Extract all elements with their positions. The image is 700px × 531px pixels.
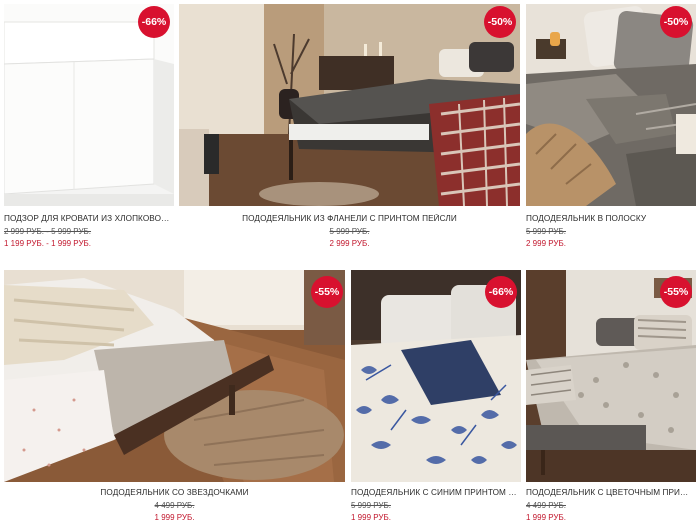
product-card[interactable]: -55% ПОДОДЕЯЛЬНИК С ЦВЕТОЧНЫМ ПРИНТОМ 4 … (526, 270, 696, 522)
product-card[interactable]: -50% ПОДОДЕЯЛЬНИК В ПОЛОСКУ 5 999 РУБ. 2… (526, 4, 696, 248)
product-title[interactable]: ПОДОДЕЯЛЬНИК С СИНИМ ПРИНТОМ «ПА... (351, 488, 519, 497)
product-image[interactable] (179, 4, 520, 206)
old-price: 5 999 РУБ. (526, 227, 566, 236)
product-card[interactable]: -50% ПОДОДЕЯЛЬНИК ИЗ ФЛАНЕЛИ С ПРИНТОМ П… (179, 4, 520, 248)
product-card[interactable]: -66% ПОДОДЕЯЛЬНИК С СИНИМ ПРИНТОМ «ПА...… (351, 270, 521, 522)
sale-price: 1 199 РУБ. - 1 999 РУБ. (4, 239, 92, 248)
discount-badge: -66% (138, 6, 170, 38)
product-card[interactable]: -55% ПОДОДЕЯЛЬНИК СО ЗВЕЗДОЧКАМИ 4 499 Р… (4, 270, 345, 522)
sale-price: 1 999 РУБ. (154, 513, 195, 522)
discount-badge: -66% (485, 276, 517, 308)
product-title[interactable]: ПОДЗОР ДЛЯ КРОВАТИ ИЗ ХЛОПКОВОГО П... (4, 214, 172, 223)
old-price: 5 999 РУБ. (329, 227, 370, 236)
product-title[interactable]: ПОДОДЕЯЛЬНИК СО ЗВЕЗДОЧКАМИ (4, 488, 345, 497)
discount-badge: -55% (660, 276, 692, 308)
product-card[interactable]: -66% ПОДЗОР ДЛЯ КРОВАТИ ИЗ ХЛОПКОВОГО П.… (4, 4, 174, 248)
old-price: 4 499 РУБ. (526, 501, 566, 510)
product-title[interactable]: ПОДОДЕЯЛЬНИК С ЦВЕТОЧНЫМ ПРИНТОМ (526, 488, 694, 497)
old-price: 2 999 РУБ. - 5 999 РУБ. (4, 227, 92, 236)
sale-price: 2 999 РУБ. (329, 239, 370, 248)
sale-price: 1 999 РУБ. (351, 513, 391, 522)
sale-price: 2 999 РУБ. (526, 239, 566, 248)
discount-badge: -50% (660, 6, 692, 38)
old-price: 5 999 РУБ. (351, 501, 391, 510)
product-image[interactable] (4, 270, 345, 482)
old-price: 4 499 РУБ. (154, 501, 195, 510)
discount-badge: -55% (311, 276, 343, 308)
product-title[interactable]: ПОДОДЕЯЛЬНИК В ПОЛОСКУ (526, 214, 694, 223)
discount-badge: -50% (484, 6, 516, 38)
sale-price: 1 999 РУБ. (526, 513, 566, 522)
product-title[interactable]: ПОДОДЕЯЛЬНИК ИЗ ФЛАНЕЛИ С ПРИНТОМ ПЕЙСЛИ (179, 214, 520, 223)
